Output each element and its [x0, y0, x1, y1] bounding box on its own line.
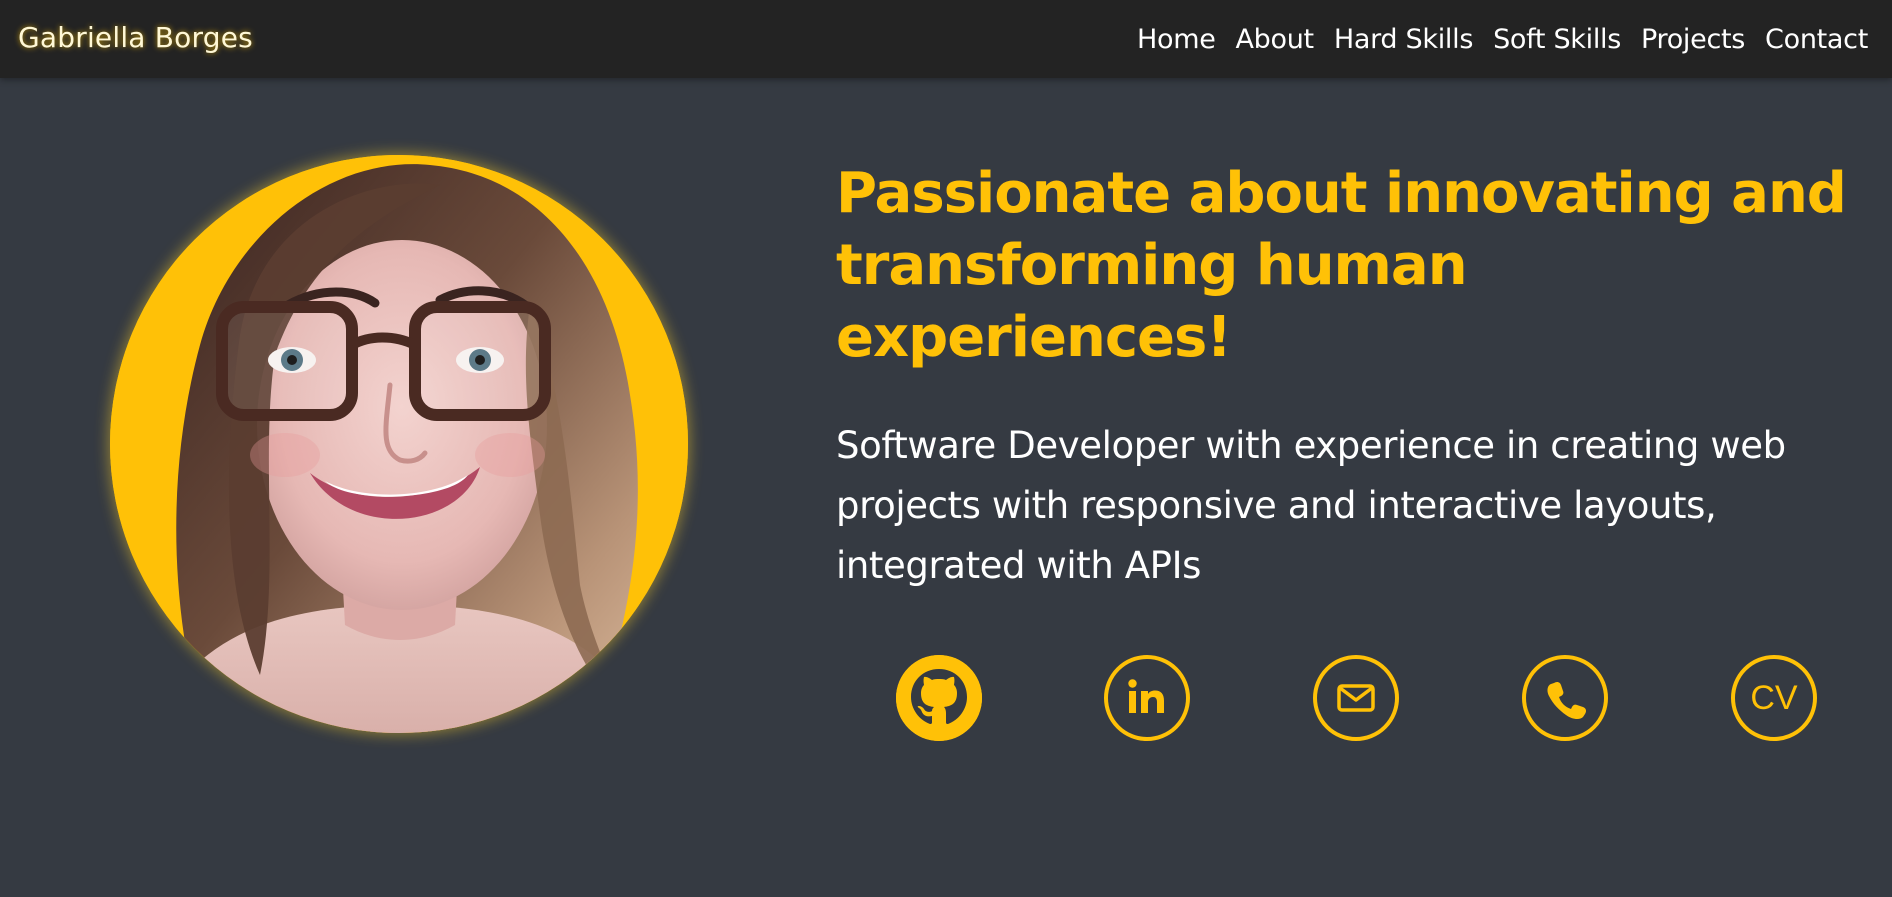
cv-label: CV: [1750, 678, 1798, 717]
hero-subtitle: Software Developer with experience in cr…: [836, 424, 1786, 587]
github-button[interactable]: [896, 655, 982, 741]
linkedin-icon: [1128, 679, 1164, 713]
brand-name[interactable]: Gabriella Borges: [18, 0, 253, 78]
nav-link-about[interactable]: About: [1236, 24, 1315, 55]
linkedin-button[interactable]: [1104, 655, 1190, 741]
nav-link-hard-skills[interactable]: Hard Skills: [1334, 24, 1474, 55]
whatsapp-button[interactable]: [1522, 655, 1608, 741]
whatsapp-icon: [1547, 681, 1587, 720]
github-icon: [896, 655, 982, 741]
nav-link-soft-skills[interactable]: Soft Skills: [1493, 24, 1621, 55]
email-button[interactable]: [1313, 655, 1399, 741]
social-links: CV: [896, 655, 1821, 745]
profile-photo: [110, 155, 688, 733]
navbar: Gabriella Borges Home About Hard Skills …: [0, 0, 1892, 78]
nav-links: Home About Hard Skills Soft Skills Proje…: [1137, 0, 1868, 78]
nav-link-projects[interactable]: Projects: [1641, 24, 1745, 55]
nav-link-contact[interactable]: Contact: [1765, 24, 1868, 55]
cv-button[interactable]: CV: [1731, 655, 1817, 741]
profile-photo-illustration: [110, 155, 688, 733]
nav-link-home[interactable]: Home: [1137, 24, 1216, 55]
hero-headline: Passionate about innovating and transfor…: [836, 161, 1847, 370]
email-icon: [1337, 684, 1375, 712]
